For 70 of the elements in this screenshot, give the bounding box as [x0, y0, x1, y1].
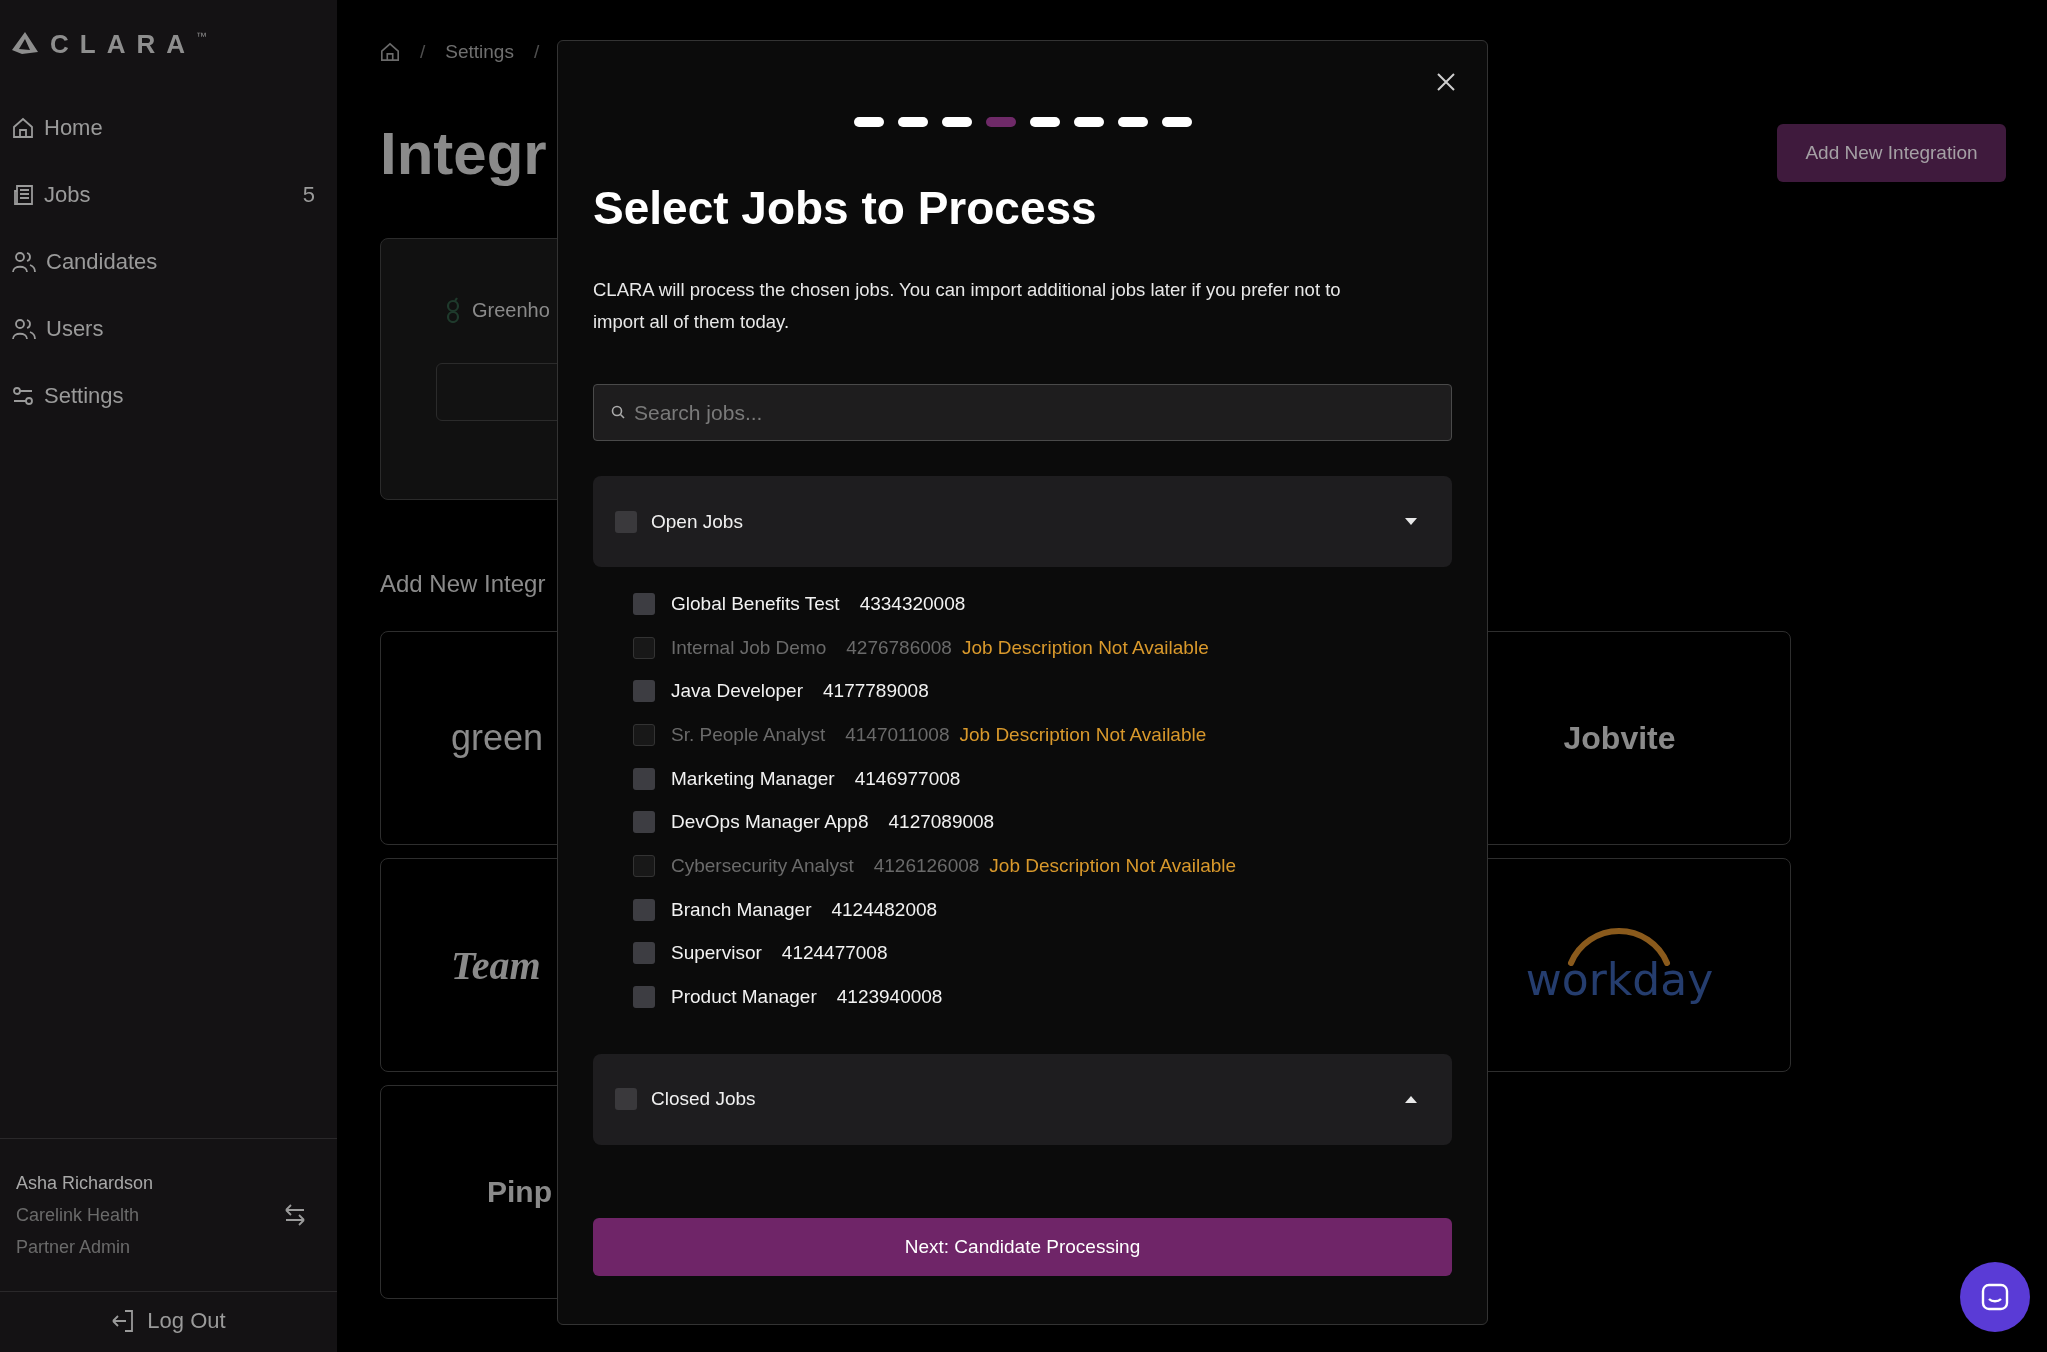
- integration-logo: Jobvite: [1563, 719, 1676, 757]
- nav-item[interactable]: Home: [12, 94, 337, 161]
- next-button[interactable]: Next: Candidate Processing: [593, 1218, 1452, 1276]
- section-title: Add New Integr: [380, 570, 546, 598]
- logout-icon: [111, 1309, 136, 1333]
- breadcrumb-link[interactable]: Settings: [445, 41, 514, 63]
- checkbox[interactable]: [633, 811, 655, 834]
- job-id: 4126126008: [873, 854, 980, 877]
- checkbox[interactable]: [633, 767, 655, 790]
- page-title: Integr: [380, 118, 547, 188]
- search-field[interactable]: Search jobs...: [593, 384, 1452, 441]
- swap-icon[interactable]: [283, 1204, 307, 1226]
- warning-text: Job Description Not Available: [989, 854, 1237, 877]
- checkbox[interactable]: [615, 1088, 637, 1111]
- integration-logo: Pinp: [487, 1175, 552, 1209]
- job-count: 5: [302, 181, 315, 208]
- checkbox[interactable]: [633, 898, 655, 921]
- company-name: Carelink Health: [16, 1204, 141, 1227]
- sliders-icon: [12, 384, 34, 407]
- checkbox[interactable]: [633, 680, 655, 703]
- job-id: 4124482008: [831, 898, 938, 921]
- caret-icon[interactable]: [1404, 1094, 1418, 1104]
- breadcrumb-separator: /: [420, 41, 426, 63]
- group-label: Open Jobs: [651, 510, 744, 533]
- user-role: Partner Admin: [16, 1236, 132, 1259]
- users-icon: [12, 317, 36, 340]
- breadcrumb-separator: /: [533, 41, 540, 63]
- job-id: 4147011008: [845, 723, 950, 746]
- job-group-header[interactable]: Open Jobs: [593, 476, 1452, 567]
- job-group-header[interactable]: Closed Jobs: [593, 1053, 1452, 1145]
- users-icon: [12, 250, 36, 273]
- search-icon: [611, 405, 625, 419]
- job-id: 4123940008: [836, 986, 943, 1009]
- nav-item[interactable]: Jobs 5: [12, 161, 337, 228]
- checkbox[interactable]: [615, 510, 637, 533]
- chat-icon: [1980, 1282, 2010, 1312]
- checkbox[interactable]: [633, 942, 655, 965]
- integration-name: Greenho: [472, 298, 550, 322]
- home-icon[interactable]: [380, 42, 400, 62]
- sprout-icon: [446, 297, 460, 323]
- job-title: Global Benefits Test: [671, 592, 840, 615]
- warning-text: Job Description Not Available: [959, 723, 1207, 746]
- integration-logo: workday: [1525, 928, 1714, 1002]
- warning-text: Job Description Not Available: [961, 636, 1209, 659]
- close-icon: [1437, 73, 1455, 91]
- caret-icon[interactable]: [1404, 517, 1418, 526]
- logo-icon: [10, 30, 40, 56]
- job-id: 4276786008: [846, 636, 952, 659]
- job-id: 4146977008: [854, 767, 961, 790]
- checkbox[interactable]: [633, 592, 655, 615]
- job-id: 4177789008: [823, 680, 929, 703]
- home-icon: [12, 116, 34, 139]
- close-button[interactable]: [1435, 71, 1457, 93]
- user-name: Asha Richardson: [16, 1172, 154, 1195]
- nav-item[interactable]: Candidates: [12, 228, 337, 295]
- document-icon: [12, 183, 34, 206]
- dialog-description: CLARA will process the chosen jobs. You can import additional jobs later if you prefer not to import all of them today.: [593, 278, 1342, 334]
- job-id: 4127089008: [888, 811, 995, 834]
- nav-item[interactable]: Settings: [12, 362, 337, 429]
- trademark: ™: [196, 30, 207, 42]
- add-integration-button[interactable]: Add New Integration: [1777, 124, 2006, 182]
- integration-logo: Team: [451, 941, 541, 989]
- checkbox[interactable]: [633, 986, 655, 1009]
- integration-logo: green: [451, 717, 544, 759]
- job-id: 4124477008: [781, 942, 888, 965]
- logo-text: CLARA: [50, 30, 196, 58]
- job-id: 4334320008: [859, 592, 966, 615]
- dialog-title: Select Jobs to Process: [593, 181, 1098, 235]
- logout-button[interactable]: Log Out: [0, 1292, 337, 1350]
- nav-item[interactable]: Users: [12, 295, 337, 362]
